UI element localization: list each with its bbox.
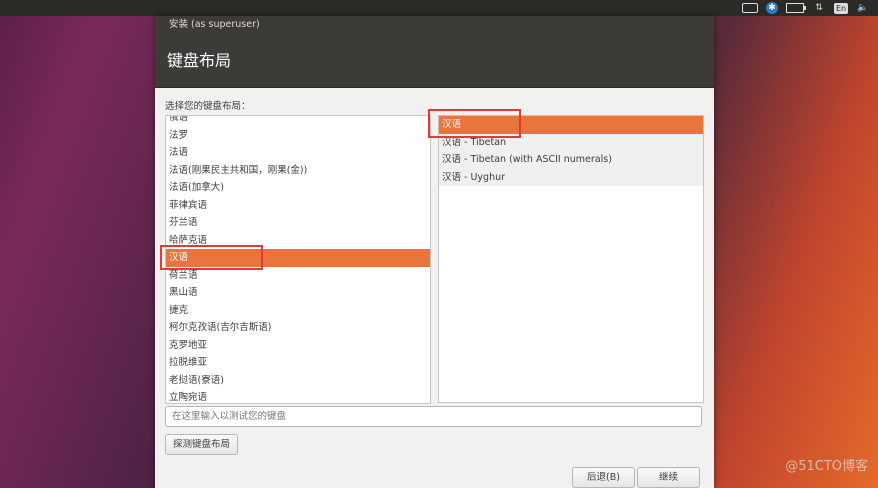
list-item[interactable]: 老挝语(寮语) [166,372,430,390]
list-item[interactable]: 柯尔克孜语(吉尔吉斯语) [166,319,430,337]
watermark: @51CTO博客 [785,459,868,474]
list-item[interactable]: 克罗地亚 [166,337,430,355]
list-item[interactable]: 汉语 - Tibetan [439,134,703,152]
list-item[interactable]: 立陶宛语 [166,389,430,403]
volume-icon[interactable]: 🔈 [856,3,870,14]
list-item[interactable]: 汉语 - Tibetan (with ASCII numerals) [439,151,703,169]
list-item[interactable]: 拉脱维亚 [166,354,430,372]
list-item[interactable]: 俄语 [166,116,430,127]
list-item-selected[interactable]: 汉语 [439,116,703,134]
continue-button[interactable]: 继续 [637,467,700,488]
back-button[interactable]: 后退(B) [572,467,635,488]
top-panel: ✱ ⇅ En 🔈 [0,0,878,16]
list-item[interactable]: 捷克 [166,302,430,320]
list-item[interactable]: 法语(加拿大) [166,179,430,197]
keyboard-icon[interactable] [742,3,758,13]
keyboard-test-input[interactable] [165,406,702,427]
accessibility-icon[interactable]: ✱ [766,2,778,14]
page-title: 键盘布局 [155,34,714,88]
variant-list[interactable]: 汉语 汉语 - Tibetan 汉语 - Tibetan (with ASCII… [438,115,704,403]
layout-list[interactable]: 俄语 法罗 法语 法语(刚果民主共和国，刚果(金)) 法语(加拿大) 菲律宾语 … [165,115,431,404]
battery-icon[interactable] [786,3,806,13]
list-item[interactable]: 汉语 - Uyghur [439,169,703,187]
input-method-icon[interactable]: En [834,2,848,14]
list-item-selected[interactable]: 汉语 [166,249,430,267]
layout-prompt: 选择您的键盘布局： [165,101,251,112]
list-item[interactable]: 荷兰语 [166,267,430,285]
list-item[interactable]: 菲律宾语 [166,197,430,215]
list-item[interactable]: 哈萨克语 [166,232,430,250]
list-item[interactable]: 法罗 [166,127,430,145]
list-item[interactable]: 芬兰语 [166,214,430,232]
installer-window: 安装 (as superuser) 键盘布局 选择您的键盘布局： 俄语 法罗 法… [155,16,714,488]
list-item[interactable]: 黑山语 [166,284,430,302]
network-icon[interactable]: ⇅ [812,3,826,14]
detect-layout-button[interactable]: 探测键盘布局 [165,434,239,455]
list-item[interactable]: 法语(刚果民主共和国，刚果(金)) [166,162,430,180]
window-title: 安装 (as superuser) [155,16,714,34]
list-item[interactable]: 法语 [166,144,430,162]
